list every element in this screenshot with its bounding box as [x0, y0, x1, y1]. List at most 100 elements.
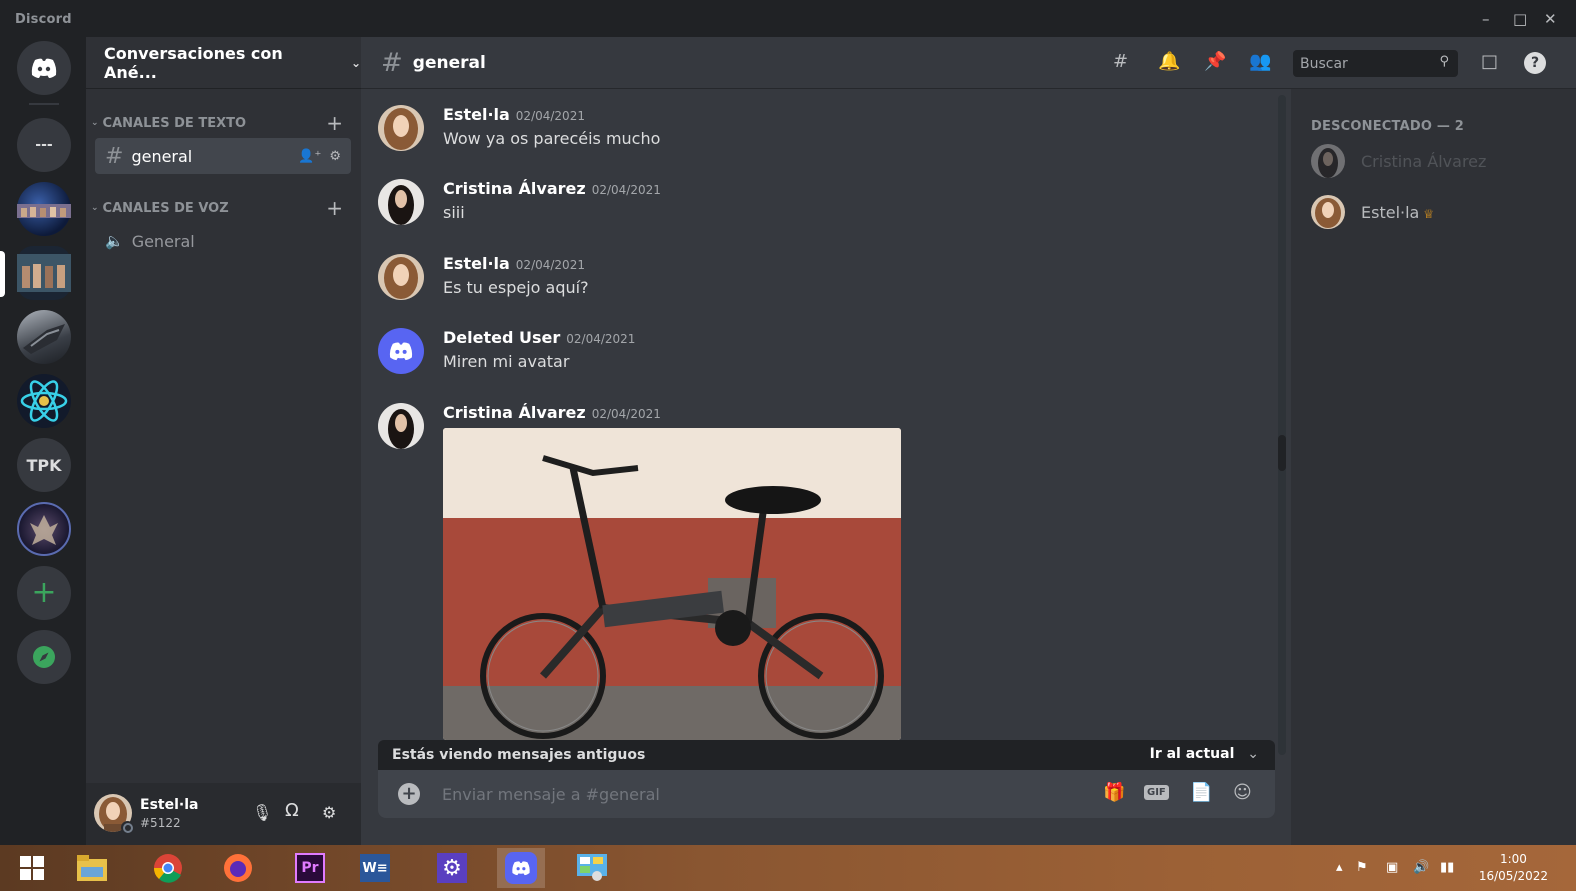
search-box[interactable]: Buscar ⚲: [1293, 50, 1458, 77]
scrollbar-thumb[interactable]: [1278, 435, 1286, 471]
avatar[interactable]: [378, 328, 424, 374]
message-author[interactable]: Deleted User 02/04/2021: [443, 328, 635, 347]
chrome-icon: [153, 854, 182, 883]
network-icon[interactable]: ▣: [1386, 860, 1398, 875]
clock-date: 16/05/2022: [1478, 869, 1548, 883]
signal-icon[interactable]: ▮▮: [1440, 860, 1454, 875]
search-icon: ⚲: [1439, 54, 1449, 69]
minimize-button[interactable]: –: [1482, 10, 1490, 28]
jump-to-present-button[interactable]: Ir al actual ⌄: [1150, 746, 1259, 762]
user-panel: Estel·la #5122 🎙 Ω ⚙: [86, 783, 361, 845]
control-panel-icon: [577, 854, 607, 881]
create-channel-icon[interactable]: +: [326, 111, 343, 135]
server-photo-3[interactable]: [17, 502, 71, 556]
message-timestamp: 02/04/2021: [591, 407, 661, 421]
category-label: CANALES DE TEXTO: [102, 115, 247, 131]
image-attachment-bicycle[interactable]: [443, 428, 901, 740]
firefox-button[interactable]: [218, 848, 258, 888]
channel-general[interactable]: # general 👤⁺ ⚙: [95, 138, 351, 174]
home-button[interactable]: [17, 41, 71, 95]
crown-icon: ♕: [1423, 207, 1435, 221]
channel-label: general: [131, 146, 193, 166]
server-photo-2[interactable]: [17, 246, 71, 300]
discord-taskbar-button[interactable]: [497, 848, 545, 888]
server-spaceship[interactable]: [17, 310, 71, 364]
explore-servers-button[interactable]: [17, 630, 71, 684]
guild-header[interactable]: Conversaciones con Ané... ⌄: [86, 37, 361, 89]
member-item[interactable]: Estel·la ♕: [1311, 195, 1561, 237]
caret-down-icon: ⌄: [91, 118, 99, 128]
flag-icon[interactable]: ⚑: [1356, 860, 1368, 875]
server-atom[interactable]: [17, 374, 71, 428]
member-list-icon[interactable]: 👥: [1249, 51, 1271, 72]
channel-title: general: [412, 52, 486, 73]
premiere-button[interactable]: Pr: [290, 848, 330, 888]
message-timestamp: 02/04/2021: [591, 183, 661, 197]
start-button[interactable]: [12, 848, 52, 888]
bell-icon[interactable]: 🔔: [1158, 51, 1180, 72]
sticker-icon[interactable]: 📄: [1190, 782, 1212, 803]
avatar[interactable]: [378, 403, 424, 449]
server-tpk[interactable]: TPK: [17, 438, 71, 492]
avatar[interactable]: [378, 254, 424, 300]
voice-channel-general[interactable]: 🔈 General: [95, 223, 351, 259]
upload-plus-icon[interactable]: +: [398, 783, 420, 805]
server-photo-1[interactable]: [17, 182, 71, 236]
settings-gear-icon[interactable]: ⚙: [322, 803, 336, 822]
invite-icon[interactable]: 👤⁺: [298, 149, 321, 164]
threads-icon[interactable]: #: [1113, 51, 1128, 72]
group-photo-icon: [17, 204, 71, 218]
member-list: DESCONECTADO — 2 Cristina Álvarez Estel·…: [1291, 89, 1576, 845]
chat-scrollbar[interactable]: [1278, 95, 1286, 755]
avatar[interactable]: [378, 179, 424, 225]
taskbar-clock[interactable]: 1:00 16/05/2022: [1479, 851, 1548, 885]
channel-header: # general # 🔔 📌 👥 Buscar ⚲ □ ?: [361, 37, 1576, 89]
maximize-button[interactable]: □: [1513, 10, 1527, 28]
word-icon: W≡: [360, 854, 390, 882]
file-explorer-button[interactable]: [72, 848, 112, 888]
message-author[interactable]: Cristina Álvarez 02/04/2021: [443, 179, 661, 198]
pin-icon[interactable]: 📌: [1204, 51, 1226, 72]
window-titlebar: Discord – □ ✕: [0, 0, 1576, 37]
tray-chevron-up-icon[interactable]: ▴: [1336, 860, 1343, 875]
category-text-channels[interactable]: ⌄ CANALES DE TEXTO +: [91, 111, 353, 135]
close-button[interactable]: ✕: [1544, 10, 1557, 28]
category-voice-channels[interactable]: ⌄ CANALES DE VOZ +: [91, 196, 353, 220]
message-text: Miren mi avatar: [443, 352, 570, 371]
category-label: CANALES DE VOZ: [102, 200, 229, 216]
create-channel-icon[interactable]: +: [326, 196, 343, 220]
message-text: Wow ya os parecéis mucho: [443, 129, 661, 148]
gift-icon[interactable]: 🎁: [1103, 782, 1125, 803]
avatar: [1311, 195, 1345, 229]
premiere-pro-icon: Pr: [295, 853, 325, 883]
message-input[interactable]: [442, 780, 1082, 808]
microphone-icon[interactable]: 🎙: [252, 803, 272, 822]
creature-icon: [30, 515, 58, 545]
volume-icon[interactable]: 🔊: [1413, 860, 1429, 875]
avatar: [1311, 144, 1345, 178]
message-author[interactable]: Estel·la 02/04/2021: [443, 105, 585, 124]
inbox-icon[interactable]: □: [1481, 51, 1498, 72]
message-text: siii: [443, 203, 465, 222]
hash-icon: #: [381, 47, 403, 78]
headphones-icon[interactable]: Ω: [285, 800, 299, 821]
add-server-button[interactable]: +: [17, 566, 71, 620]
message-timestamp: 02/04/2021: [515, 258, 585, 272]
word-button[interactable]: W≡: [355, 848, 395, 888]
control-panel-button[interactable]: [572, 848, 612, 888]
help-icon[interactable]: ?: [1524, 52, 1546, 74]
message-author[interactable]: Estel·la 02/04/2021: [443, 254, 585, 273]
active-server-indicator: [0, 251, 5, 297]
hash-icon: #: [105, 143, 124, 169]
gear-icon[interactable]: ⚙: [329, 149, 341, 164]
message-author[interactable]: Cristina Álvarez 02/04/2021: [443, 403, 661, 422]
emoji-icon[interactable]: ☺: [1233, 782, 1252, 803]
member-item[interactable]: Cristina Álvarez: [1311, 144, 1561, 186]
settings-button[interactable]: ⚙: [432, 848, 472, 888]
username: Estel·la: [140, 797, 199, 813]
gif-button[interactable]: GIF: [1144, 785, 1169, 800]
chrome-button[interactable]: [148, 848, 188, 888]
avatar[interactable]: [378, 105, 424, 151]
server-dm[interactable]: ---: [17, 118, 71, 172]
clock-time: 1:00: [1499, 852, 1527, 866]
